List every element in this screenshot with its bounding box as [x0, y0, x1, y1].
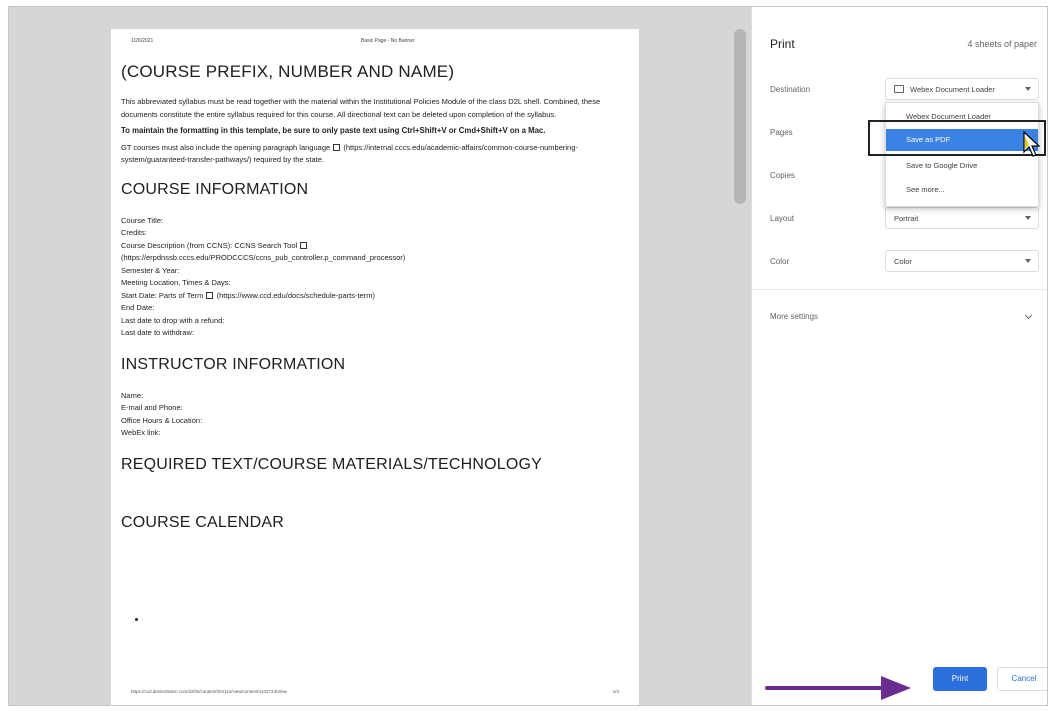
- page-footer-url: https://ccd.desire2learn.com/d2l/le/cont…: [131, 689, 287, 694]
- last-date-withdraw: Last date to withdraw:: [121, 328, 194, 337]
- preview-scrollbar[interactable]: [734, 29, 746, 204]
- dropdown-item-google-drive[interactable]: Save to Google Drive: [886, 155, 1038, 177]
- ccns-link[interactable]: (https://erpdnssb.cccs.edu/PRODCCCS/ccns…: [121, 252, 611, 265]
- mouse-cursor-icon: [1023, 130, 1041, 157]
- office-hours: Office Hours & Location:: [121, 415, 203, 425]
- course-info-heading: COURSE INFORMATION: [121, 180, 309, 198]
- course-description: Course Description (from CCNS): CCNS Sea…: [121, 240, 611, 253]
- sheet-count: 4 sheets of paper: [967, 39, 1037, 49]
- parts-of-term-link[interactable]: (https://www.ccd.edu/docs/schedule-parts…: [217, 291, 375, 300]
- materials-heading: REQUIRED TEXT/COURSE MATERIALS/TECHNOLOG…: [121, 455, 543, 473]
- cancel-button[interactable]: Cancel: [997, 667, 1047, 691]
- arrow-right-icon: [765, 676, 911, 700]
- page-footer-number: 1/4: [612, 689, 619, 694]
- course-heading: (COURSE PREFIX, NUMBER AND NAME): [121, 62, 455, 81]
- destination-value: Webex Document Loader: [910, 85, 995, 94]
- print-button[interactable]: Print: [933, 667, 987, 691]
- document-body: (COURSE PREFIX, NUMBER AND NAME) This ab…: [121, 62, 611, 532]
- destination-label: Destination: [770, 85, 811, 94]
- layout-label: Layout: [770, 214, 795, 223]
- formatting-note: To maintain the formatting in this templ…: [121, 126, 546, 135]
- calendar-heading: COURSE CALENDAR: [121, 513, 285, 531]
- preview-page: 1/26/2021 Basic Page - No Banner (COURSE…: [111, 29, 639, 705]
- intro-text: This abbreviated syllabus must be read t…: [121, 97, 601, 119]
- end-date: End Date:: [121, 303, 155, 312]
- more-settings[interactable]: More settings: [770, 312, 818, 321]
- divider: [752, 289, 1047, 290]
- gt-text: GT courses must also include the opening…: [121, 142, 331, 152]
- layout-select[interactable]: Portrait: [885, 207, 1039, 229]
- course-description-label: Course Description (from CCNS): CCNS Sea…: [121, 240, 298, 250]
- copies-label: Copies: [770, 171, 795, 180]
- semester: Semester & Year:: [121, 265, 180, 275]
- print-settings-panel: Print 4 sheets of paper Destination Webe…: [751, 7, 1047, 705]
- pages-label: Pages: [770, 128, 793, 137]
- highlight-box: [868, 120, 1046, 156]
- page-header-date: 1/26/2021: [131, 38, 154, 44]
- color-select[interactable]: Color: [885, 250, 1039, 272]
- print-dialog: 1/26/2021 Basic Page - No Banner (COURSE…: [8, 6, 1048, 706]
- chevron-down-icon: [1025, 87, 1031, 91]
- dropdown-item-see-more[interactable]: See more...: [886, 179, 1038, 201]
- start-date: Start Date: Parts of Term (https://www.c…: [121, 290, 611, 303]
- chevron-down-icon: [1025, 216, 1031, 220]
- gt-paragraph: GT courses must also include the opening…: [121, 142, 611, 167]
- last-date-refund: Last date to drop with a refund:: [121, 315, 225, 325]
- printer-icon: [894, 85, 904, 93]
- instructor-email: E-mail and Phone:: [121, 403, 183, 412]
- color-label: Color: [770, 257, 790, 266]
- course-title: Course Title:: [121, 215, 164, 225]
- chevron-down-icon[interactable]: [1024, 311, 1033, 320]
- page-header-title: Basic Page - No Banner: [361, 38, 415, 44]
- destination-select[interactable]: Webex Document Loader: [885, 78, 1039, 100]
- external-link-icon: [300, 241, 308, 249]
- bullet: [135, 618, 138, 621]
- instructor-name: Name:: [121, 390, 144, 400]
- meeting-info: Meeting Location, Times & Days:: [121, 278, 231, 287]
- external-link-icon: [206, 291, 214, 299]
- chevron-down-icon: [1025, 259, 1031, 263]
- start-date-label: Start Date: Parts of Term: [121, 290, 204, 300]
- page-footer: https://ccd.desire2learn.com/d2l/le/cont…: [131, 689, 619, 694]
- layout-value: Portrait: [894, 214, 919, 223]
- print-preview: 1/26/2021 Basic Page - No Banner (COURSE…: [9, 7, 751, 705]
- color-value: Color: [894, 257, 912, 266]
- external-link-icon: [333, 143, 341, 151]
- credits: Credits:: [121, 228, 147, 237]
- panel-title: Print: [770, 37, 795, 51]
- webex-link: WebEx link:: [121, 428, 161, 437]
- instructor-heading: INSTRUCTOR INFORMATION: [121, 355, 346, 373]
